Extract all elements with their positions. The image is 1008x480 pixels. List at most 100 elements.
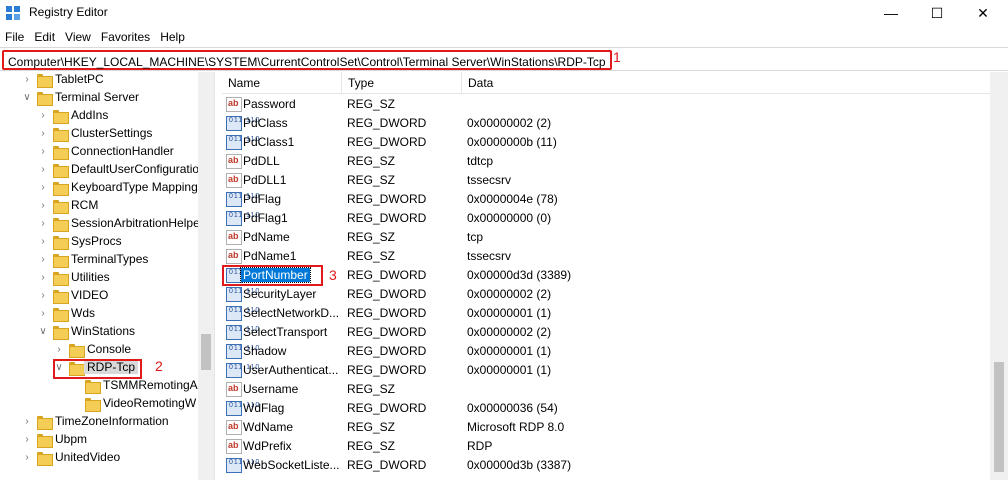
chevron-right-icon[interactable]: › bbox=[38, 199, 48, 213]
tree-item[interactable]: ∨ Terminal Server bbox=[0, 89, 198, 107]
chevron-right-icon[interactable]: › bbox=[54, 343, 64, 357]
value-type: REG_SZ bbox=[347, 173, 396, 187]
tree-item[interactable]: › SessionArbitrationHelpe bbox=[0, 215, 200, 233]
address-path[interactable]: Computer\HKEY_LOCAL_MACHINE\SYSTEM\Curre… bbox=[2, 50, 612, 70]
binary-value-icon: 011 110 bbox=[226, 344, 259, 359]
tree-item[interactable]: › KeyboardType Mapping bbox=[0, 179, 198, 197]
chevron-right-icon[interactable]: › bbox=[38, 145, 48, 159]
value-row[interactable]: 011 110 PdClass REG_DWORD 0x00000002 (2) bbox=[222, 114, 990, 133]
chevron-right-icon[interactable]: › bbox=[38, 163, 48, 177]
menu-view[interactable]: View bbox=[60, 27, 96, 47]
value-row[interactable]: 011 110 PdFlag1 REG_DWORD 0x00000000 (0) bbox=[222, 209, 990, 228]
chevron-right-icon[interactable]: › bbox=[38, 109, 48, 123]
tree-item[interactable]: TSMMRemotingA bbox=[0, 377, 198, 395]
value-row[interactable]: ab WdPrefix REG_SZ RDP bbox=[222, 437, 990, 456]
value-row[interactable]: 011 110 SelectTransport REG_DWORD 0x0000000… bbox=[222, 323, 990, 342]
menu-edit[interactable]: Edit bbox=[29, 27, 60, 47]
value-row[interactable]: ab PdDLL1 REG_SZ tssecsrv bbox=[222, 171, 990, 190]
value-data: RDP bbox=[467, 439, 493, 453]
value-data: 0x0000000b (11) bbox=[467, 135, 557, 149]
chevron-right-icon[interactable]: › bbox=[38, 181, 48, 195]
tree-item-label: SessionArbitrationHelpe bbox=[71, 216, 200, 230]
value-data: 0x00000001 (1) bbox=[467, 363, 552, 377]
minimize-button[interactable]: — bbox=[868, 0, 914, 26]
chevron-right-icon[interactable]: › bbox=[38, 289, 48, 303]
value-row[interactable]: 011 110 Shadow REG_DWORD 0x00000001 (1) bbox=[222, 342, 990, 361]
chevron-right-icon[interactable]: › bbox=[38, 271, 48, 285]
tree-item[interactable]: › RCM bbox=[0, 197, 198, 215]
value-row[interactable]: 011 110 SelectNetworkD... REG_DWORD 0x00000… bbox=[222, 304, 990, 323]
folder-icon bbox=[53, 218, 69, 232]
tree-item[interactable]: ∨ WinStations bbox=[0, 323, 198, 341]
chevron-right-icon[interactable]: › bbox=[22, 73, 32, 87]
column-header-name[interactable]: Name bbox=[222, 72, 342, 94]
tree-item[interactable]: › Console bbox=[0, 341, 198, 359]
maximize-button[interactable]: ☐ bbox=[914, 0, 960, 26]
tree-item[interactable]: › Utilities bbox=[0, 269, 198, 287]
chevron-right-icon[interactable]: › bbox=[38, 253, 48, 267]
value-type: REG_DWORD bbox=[347, 116, 427, 130]
menu-favorites[interactable]: Favorites bbox=[96, 27, 155, 47]
tree-item[interactable]: › TabletPC bbox=[0, 72, 198, 89]
value-type: REG_SZ bbox=[347, 249, 396, 263]
value-name: WebSocketListe... bbox=[243, 458, 340, 472]
value-row[interactable]: ab PdDLL REG_SZ tdtcp bbox=[222, 152, 990, 171]
tree-item[interactable]: VideoRemotingW bbox=[0, 395, 198, 413]
list-scroll-thumb[interactable] bbox=[994, 362, 1004, 472]
menu-bar: File Edit View Favorites Help bbox=[0, 27, 1008, 47]
tree-item[interactable]: › AddIns bbox=[0, 107, 198, 125]
value-row[interactable]: ab Password REG_SZ bbox=[222, 95, 990, 114]
tree-item[interactable]: › UnitedVideo bbox=[0, 449, 198, 467]
value-type: REG_SZ bbox=[347, 97, 396, 111]
chevron-right-icon[interactable]: › bbox=[38, 307, 48, 321]
chevron-down-icon[interactable]: ∨ bbox=[22, 91, 32, 105]
value-data: 0x00000002 (2) bbox=[467, 116, 552, 130]
tree-item[interactable]: › VIDEO bbox=[0, 287, 198, 305]
menu-help[interactable]: Help bbox=[155, 27, 190, 47]
address-bar[interactable]: Computer\HKEY_LOCAL_MACHINE\SYSTEM\Curre… bbox=[0, 47, 1008, 71]
value-row[interactable]: 011 110PortNumberREG_DWORD0x00000d3d (33… bbox=[222, 266, 990, 285]
pane-splitter[interactable] bbox=[214, 72, 222, 480]
value-row[interactable]: ab PdName REG_SZ tcp bbox=[222, 228, 990, 247]
value-row[interactable]: 011 110 SecurityLayer REG_DWORD 0x00000002 … bbox=[222, 285, 990, 304]
value-name: PdName1 bbox=[243, 249, 297, 263]
chevron-right-icon[interactable]: › bbox=[22, 415, 32, 429]
chevron-right-icon[interactable]: › bbox=[38, 217, 48, 231]
value-row[interactable]: 011 110 PdFlag REG_DWORD 0x0000004e (78) bbox=[222, 190, 990, 209]
value-row[interactable]: ab WdName REG_SZ Microsoft RDP 8.0 bbox=[222, 418, 990, 437]
tree-item[interactable]: › Wds bbox=[0, 305, 198, 323]
folder-icon bbox=[53, 164, 69, 178]
chevron-down-icon[interactable]: ∨ bbox=[38, 325, 48, 339]
value-row[interactable]: ab PdName1 REG_SZ tssecsrv bbox=[222, 247, 990, 266]
tree-item-label: VideoRemotingW bbox=[103, 396, 197, 410]
value-type: REG_DWORD bbox=[347, 325, 427, 339]
column-header-type[interactable]: Type bbox=[342, 72, 462, 94]
tree-scrollbar[interactable] bbox=[198, 72, 214, 480]
tree-item[interactable]: › TimeZoneInformation bbox=[0, 413, 198, 431]
tree-item[interactable]: › Ubpm bbox=[0, 431, 198, 449]
value-row[interactable]: 011 110 WdFlag REG_DWORD 0x00000036 (54) bbox=[222, 399, 990, 418]
close-button[interactable]: ✕ bbox=[960, 0, 1006, 26]
tree-item[interactable]: › TerminalTypes bbox=[0, 251, 198, 269]
tree-item[interactable]: › DefaultUserConfiguratio bbox=[0, 161, 199, 179]
tree-item[interactable]: › SysProcs bbox=[0, 233, 198, 251]
value-row[interactable]: 011 110 WebSocketListe... REG_DWORD 0x00000… bbox=[222, 456, 990, 475]
tree-item[interactable]: › ClusterSettings bbox=[0, 125, 198, 143]
tree-item[interactable]: › ConnectionHandler bbox=[0, 143, 198, 161]
column-header-data[interactable]: Data bbox=[462, 72, 990, 94]
chevron-right-icon[interactable]: › bbox=[38, 235, 48, 249]
tree-scroll-thumb[interactable] bbox=[201, 334, 211, 370]
chevron-right-icon[interactable]: › bbox=[22, 433, 32, 447]
tree-item-label: AddIns bbox=[71, 108, 109, 122]
chevron-right-icon[interactable]: › bbox=[38, 127, 48, 141]
binary-value-icon: 011 110 bbox=[226, 306, 259, 321]
tree-item-label: VIDEO bbox=[71, 288, 109, 302]
chevron-right-icon[interactable]: › bbox=[22, 451, 32, 465]
value-row[interactable]: 011 110 PdClass1 REG_DWORD 0x0000000b (11) bbox=[222, 133, 990, 152]
value-row[interactable]: 011 110 UserAuthenticat... REG_DWORD 0x0000… bbox=[222, 361, 990, 380]
rdp-tcp-highlight bbox=[53, 359, 142, 379]
menu-file[interactable]: File bbox=[0, 27, 29, 47]
value-row[interactable]: ab Username REG_SZ bbox=[222, 380, 990, 399]
list-scrollbar[interactable] bbox=[990, 72, 1008, 480]
value-type: REG_DWORD bbox=[347, 211, 427, 225]
